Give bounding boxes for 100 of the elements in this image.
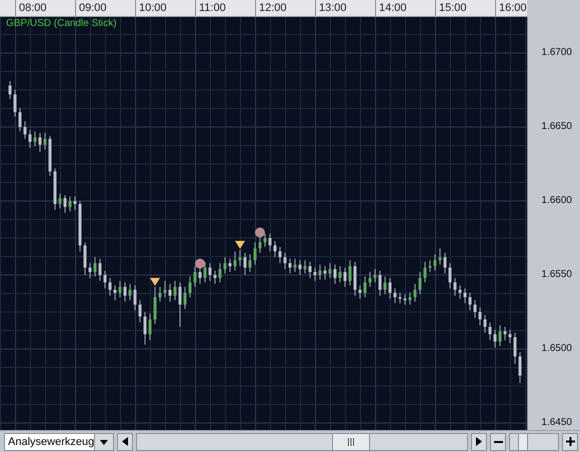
circle-marker-icon bbox=[255, 228, 265, 238]
candle bbox=[164, 280, 166, 298]
candle bbox=[128, 283, 132, 301]
candle bbox=[168, 283, 172, 302]
candle bbox=[68, 196, 72, 212]
candle bbox=[314, 267, 316, 282]
candle bbox=[108, 277, 112, 296]
candle bbox=[404, 294, 406, 306]
candle bbox=[184, 286, 186, 310]
candle bbox=[18, 107, 22, 132]
candle bbox=[324, 266, 326, 280]
candle bbox=[498, 324, 502, 347]
candle bbox=[338, 266, 342, 283]
candle bbox=[14, 89, 16, 118]
candle bbox=[294, 258, 296, 273]
time-label: 09:00 bbox=[75, 0, 135, 16]
candle bbox=[134, 284, 136, 312]
price-label: 1.6500 bbox=[541, 342, 572, 356]
candle bbox=[214, 270, 216, 284]
candle bbox=[288, 258, 292, 274]
candle bbox=[58, 193, 62, 209]
candle bbox=[244, 252, 246, 276]
triangle-marker-icon bbox=[235, 240, 245, 249]
candle bbox=[174, 280, 176, 301]
candle bbox=[24, 120, 26, 140]
zoom-slider[interactable] bbox=[509, 432, 559, 450]
candle bbox=[478, 307, 482, 326]
candle bbox=[194, 266, 196, 288]
tool-dropdown[interactable]: Analysewerkzeug bbox=[4, 432, 114, 450]
candle bbox=[454, 277, 456, 296]
zoom-in-button[interactable] bbox=[562, 432, 578, 450]
time-label: 15:00 bbox=[435, 0, 495, 16]
candle bbox=[424, 261, 426, 283]
candle bbox=[248, 254, 252, 273]
candle bbox=[208, 262, 212, 282]
triangle-marker-icon bbox=[150, 278, 160, 286]
candle bbox=[78, 200, 82, 252]
horizontal-scrollbar[interactable] bbox=[136, 432, 468, 450]
candle bbox=[228, 258, 232, 273]
candle bbox=[328, 262, 332, 278]
candle bbox=[364, 276, 366, 298]
price-label: 1.6550 bbox=[541, 268, 572, 282]
candle bbox=[448, 262, 452, 289]
candle bbox=[434, 254, 436, 272]
candle bbox=[444, 252, 446, 274]
time-label: 12:00 bbox=[255, 0, 315, 16]
candle bbox=[394, 288, 396, 304]
candle bbox=[224, 256, 226, 274]
candle bbox=[418, 272, 422, 295]
candle bbox=[298, 260, 302, 276]
candle bbox=[64, 194, 66, 214]
price-label: 1.6650 bbox=[541, 120, 572, 134]
candle bbox=[358, 284, 362, 300]
candle bbox=[28, 129, 32, 148]
candle bbox=[158, 286, 162, 302]
candle bbox=[438, 248, 442, 266]
candle bbox=[204, 261, 206, 283]
candle bbox=[234, 250, 236, 272]
candle bbox=[88, 262, 92, 278]
candle bbox=[84, 242, 86, 276]
time-label: 10:00 bbox=[135, 0, 195, 16]
candle bbox=[268, 233, 272, 252]
chart-title: GBP/USD (Candle Stick) bbox=[6, 18, 117, 29]
scroll-left-button[interactable] bbox=[117, 432, 133, 450]
candle bbox=[138, 300, 142, 323]
candle bbox=[188, 276, 192, 298]
candle bbox=[508, 329, 512, 344]
candle bbox=[388, 277, 392, 300]
candle bbox=[458, 284, 462, 300]
circle-marker-icon bbox=[195, 258, 205, 269]
candle bbox=[198, 267, 202, 284]
zoom-out-button[interactable] bbox=[490, 432, 506, 450]
candle bbox=[124, 282, 126, 302]
candle bbox=[118, 280, 122, 298]
candle bbox=[504, 326, 506, 341]
candle bbox=[378, 270, 382, 296]
scroll-right-button[interactable] bbox=[471, 432, 487, 450]
candle bbox=[374, 268, 376, 283]
time-label: 11:00 bbox=[195, 0, 255, 16]
left-arrow-icon bbox=[122, 437, 128, 446]
candle bbox=[154, 286, 156, 324]
candle bbox=[218, 262, 222, 283]
candle bbox=[8, 80, 12, 100]
scrollbar-thumb[interactable] bbox=[332, 434, 370, 450]
price-label: 1.6600 bbox=[541, 194, 572, 208]
zoom-slider-thumb[interactable] bbox=[518, 434, 528, 450]
candle bbox=[284, 252, 286, 270]
price-label: 1.6700 bbox=[541, 46, 572, 60]
candle bbox=[354, 261, 356, 296]
candle bbox=[74, 196, 76, 210]
candle bbox=[44, 132, 46, 150]
candle bbox=[94, 256, 96, 277]
minus-icon bbox=[494, 440, 502, 442]
candle bbox=[238, 249, 242, 267]
time-label: 16:00 bbox=[495, 0, 527, 16]
candle bbox=[114, 284, 116, 301]
time-label: 08:00 bbox=[15, 0, 75, 16]
candle bbox=[398, 292, 402, 304]
candle bbox=[514, 332, 516, 364]
candle bbox=[144, 312, 146, 346]
